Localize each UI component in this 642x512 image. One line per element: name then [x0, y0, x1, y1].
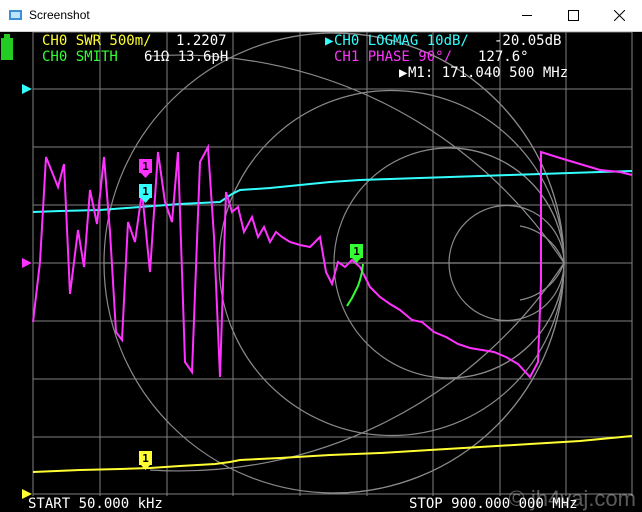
- phase-reference-marker: [22, 258, 32, 268]
- window-titlebar: Screenshot: [0, 0, 642, 32]
- minimize-button[interactable]: [504, 0, 550, 31]
- swr-trace: [32, 435, 633, 473]
- rect-grid: [32, 32, 633, 496]
- swr-label: CH0 SWR 500m/: [42, 33, 152, 49]
- marker-readout-pointer: ▶: [399, 65, 408, 81]
- phase-label: CH1 PHASE 90°/: [334, 49, 453, 65]
- marker-readout: M1: 171.040 500 MHz: [408, 65, 569, 81]
- window-title: Screenshot: [29, 8, 90, 22]
- start-frequency: START 50.000 kHz: [28, 496, 163, 512]
- logmag-reference-marker: [22, 84, 32, 94]
- marker-1-swr-label: 1: [142, 452, 149, 465]
- app-icon: [9, 10, 22, 20]
- vna-screen: 1 1 1 1 CH0 SWR 500m/ 1.2207 CH0 SMITH 6…: [0, 32, 642, 512]
- battery-icon: [1, 34, 13, 60]
- smith-label: CH0 SMITH: [42, 49, 118, 65]
- smith-chart-grid: [103, 32, 565, 494]
- minimize-icon: [521, 15, 532, 16]
- close-button[interactable]: [596, 0, 642, 31]
- marker-1-phase: 1: [139, 159, 152, 178]
- marker-1-logmag-label: 1: [142, 185, 149, 198]
- logmag-pointer: ▶: [325, 33, 334, 49]
- plot-area: 1 1 1 1: [1, 32, 633, 499]
- maximize-button[interactable]: [550, 0, 596, 31]
- logmag-label: CH0 LOGMAG 10dB/: [334, 33, 469, 49]
- watermark: © jh4vaj.com: [508, 486, 636, 511]
- swr-value: 1.2207: [176, 33, 227, 49]
- marker-1-phase-label: 1: [142, 160, 149, 173]
- logmag-value: -20.05dB: [494, 33, 562, 49]
- logmag-trace: [32, 170, 633, 213]
- phase-value: 127.6°: [478, 49, 529, 65]
- close-icon: [613, 10, 625, 21]
- marker-1-smith-label: 1: [353, 245, 360, 258]
- maximize-icon: [567, 10, 579, 21]
- smith-value: 61Ω 13.6pH: [144, 49, 229, 65]
